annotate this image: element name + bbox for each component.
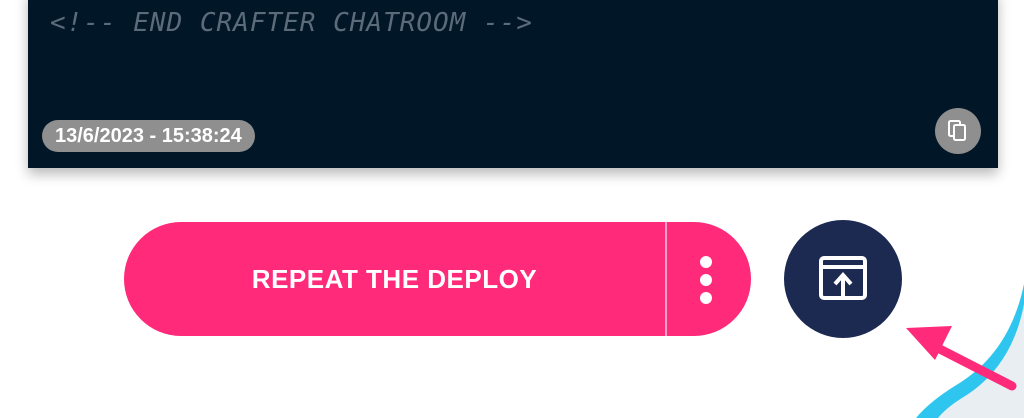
pointer-arrow-icon bbox=[906, 326, 1017, 391]
